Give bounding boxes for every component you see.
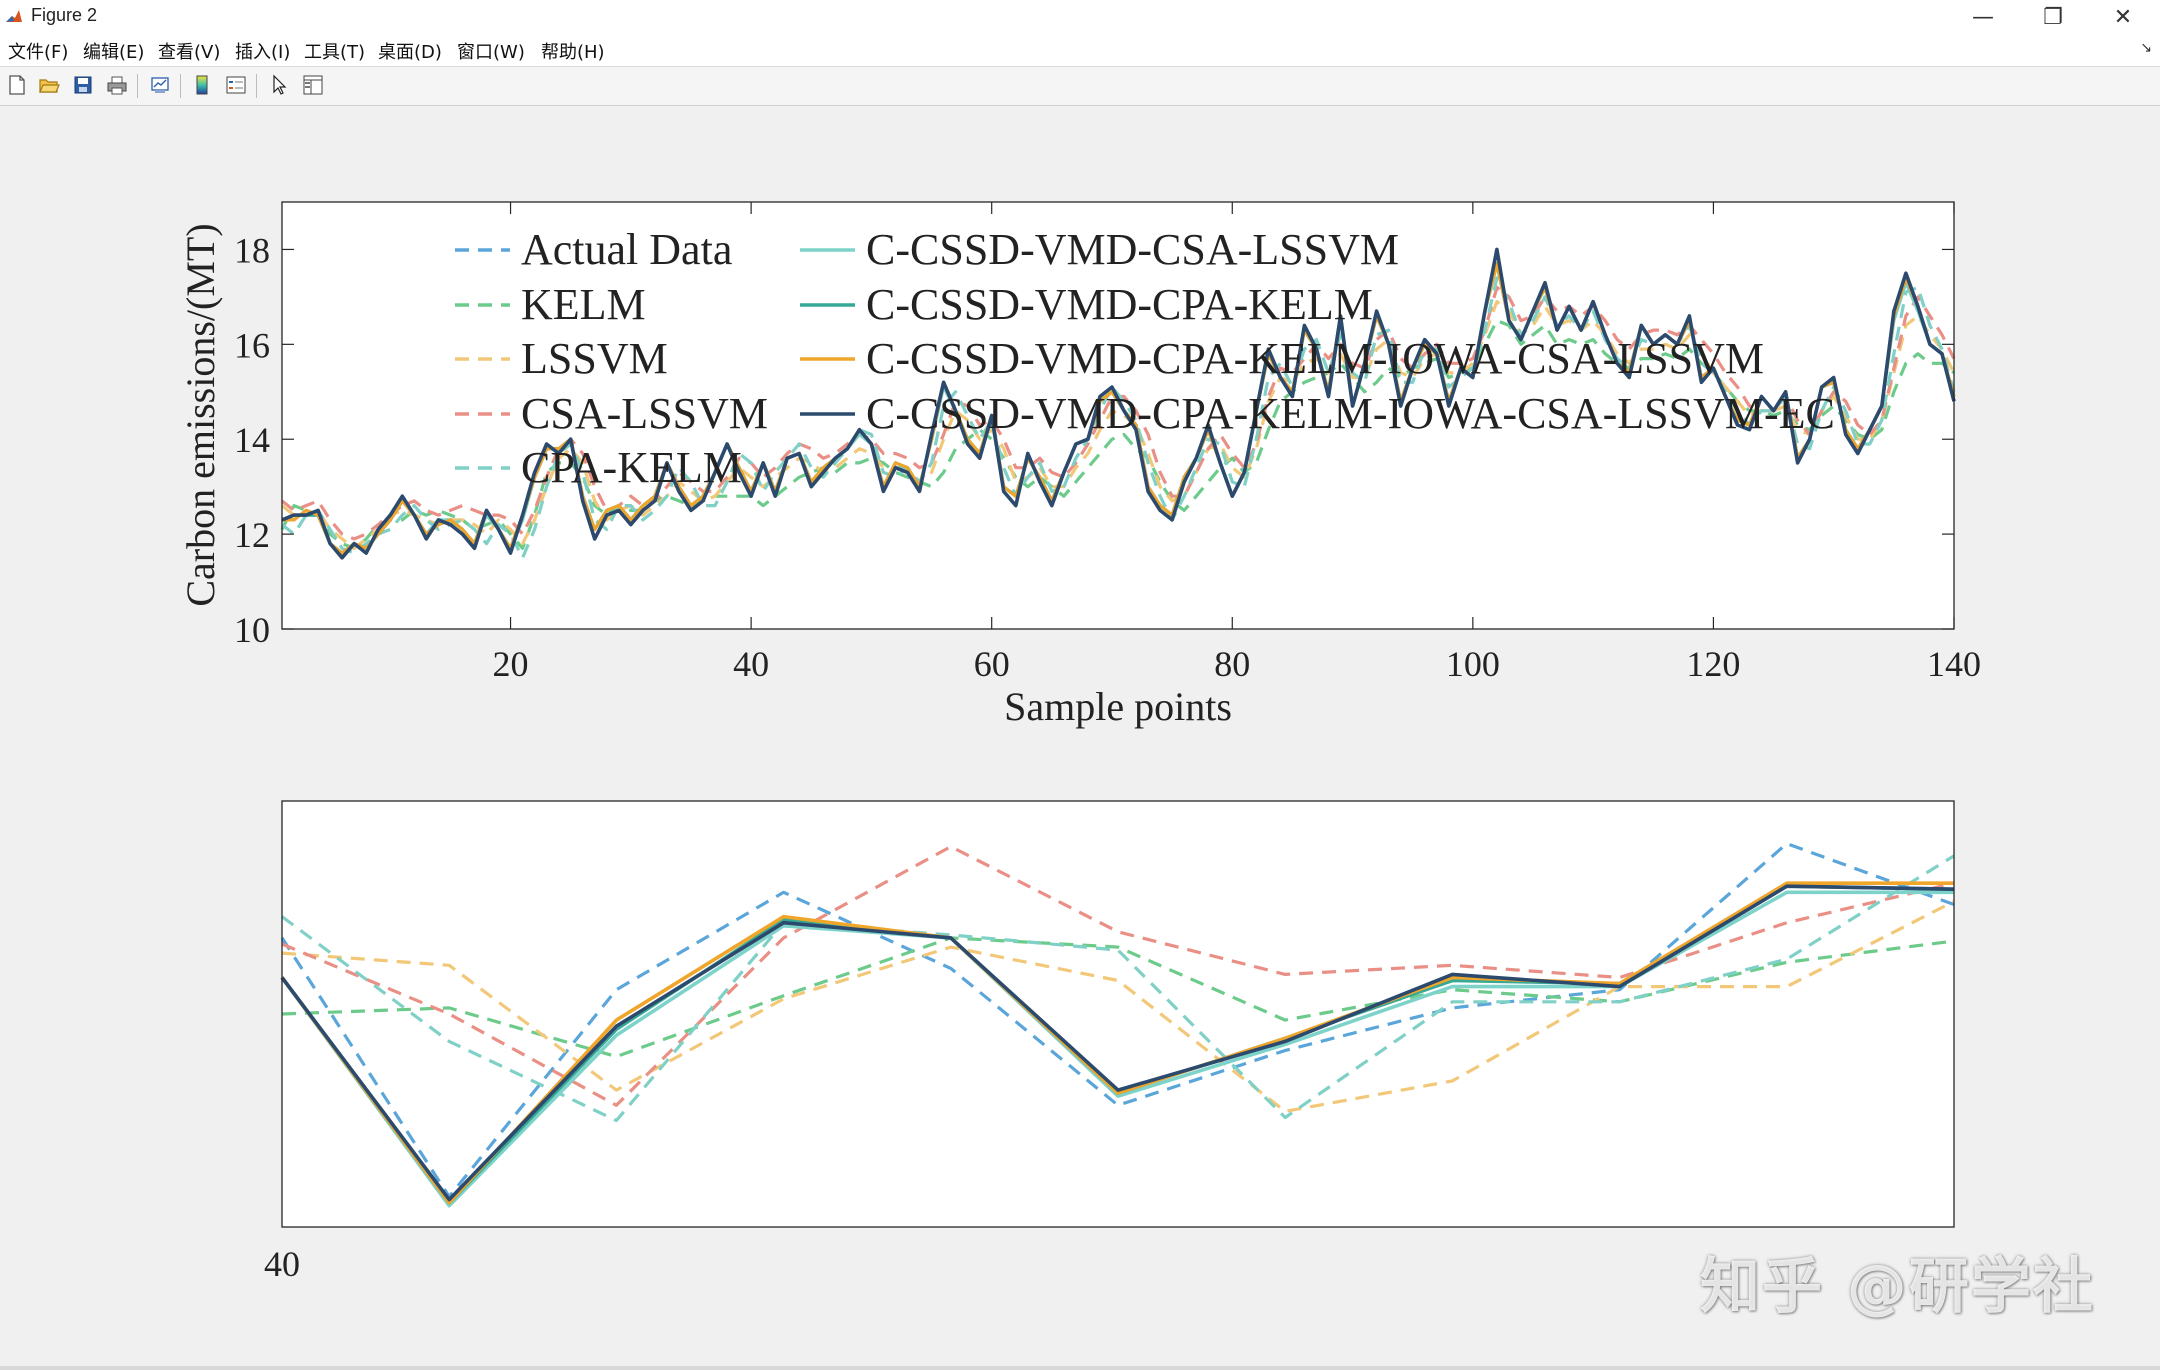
figure-canvas: 20 40 60 80 100 120 140 10 12 14 16 18 Sample poin… bbox=[178, 201, 1981, 1284]
figure-toolbar bbox=[0, 67, 2160, 106]
y-tick-label: 18 bbox=[234, 230, 270, 270]
watermark: 知乎 @研学社 bbox=[1700, 1252, 2095, 1322]
y-tick-label: 16 bbox=[234, 325, 270, 365]
window-title-bar: Figure 2 — ❐ ✕ bbox=[0, 0, 2160, 35]
legend-label-lssvm: LSSVM bbox=[521, 334, 668, 383]
print-icon[interactable] bbox=[104, 72, 130, 98]
y-tick-label: 10 bbox=[234, 610, 270, 650]
legend-label-cpa-kelm: CPA-KELM bbox=[521, 443, 742, 492]
menu-desktop[interactable]: 桌面(D) bbox=[378, 38, 442, 64]
toolbar-separator bbox=[137, 74, 138, 98]
zoomed-detail-chart: 40 bbox=[264, 800, 1955, 1284]
menu-view[interactable]: 查看(V) bbox=[158, 38, 220, 64]
window-title: Figure 2 bbox=[31, 5, 98, 25]
x-axis: 40 bbox=[264, 1244, 300, 1284]
legend-label-csa-lssvm: CSA-LSSVM bbox=[521, 389, 768, 438]
y-axis-label: Carbon emissions/(MT) bbox=[178, 223, 223, 606]
x-tick-label: 80 bbox=[1214, 644, 1250, 684]
legend-label-c-cssd-vmd-cpa-kelm-iowa-csa-lssvm-ec: C-CSSD-VMD-CPA-KELM-IOWA-CSA-LSSVM-EC bbox=[866, 389, 1835, 438]
toolbar-separator bbox=[256, 74, 257, 98]
new-figure-icon[interactable] bbox=[4, 72, 30, 98]
insert-colorbar-icon[interactable] bbox=[189, 72, 215, 98]
x-tick-label: 140 bbox=[1927, 644, 1981, 684]
open-file-icon[interactable] bbox=[36, 72, 62, 98]
matlab-app-icon bbox=[4, 7, 24, 27]
menu-window[interactable]: 窗口(W) bbox=[457, 38, 525, 64]
plot-area bbox=[282, 801, 1954, 1227]
window-bottom-border bbox=[0, 1366, 2160, 1370]
x-tick-label: 60 bbox=[974, 644, 1010, 684]
legend-label-c-cssd-vmd-cpa-kelm: C-CSSD-VMD-CPA-KELM bbox=[866, 280, 1373, 329]
legend-label-kelm: KELM bbox=[521, 280, 646, 329]
x-axis-label: Sample points bbox=[1004, 684, 1232, 729]
x-tick-label: 40 bbox=[733, 644, 769, 684]
close-button[interactable]: ✕ bbox=[2088, 0, 2158, 34]
property-inspector-icon[interactable] bbox=[300, 72, 326, 98]
insert-legend-icon[interactable] bbox=[223, 72, 249, 98]
y-tick-label: 14 bbox=[234, 420, 270, 460]
x-tick-label: 20 bbox=[493, 644, 529, 684]
save-icon[interactable] bbox=[70, 72, 96, 98]
legend-label-c-cssd-vmd-cpa-kelm-iowa-csa-lssvm: C-CSSD-VMD-CPA-KELM-IOWA-CSA-LSSVM bbox=[866, 334, 1764, 383]
toolbar-separator bbox=[180, 74, 181, 98]
link-plot-icon[interactable] bbox=[147, 72, 173, 98]
main-time-series-chart: 20 40 60 80 100 120 140 10 12 14 16 18 Sample poin… bbox=[178, 201, 1981, 729]
menu-bar: 文件(F) 编辑(E) 查看(V) 插入(I) 工具(T) 桌面(D) 窗口(W… bbox=[0, 34, 2160, 67]
x-tick-label: 120 bbox=[1686, 644, 1740, 684]
y-tick-label: 12 bbox=[234, 515, 270, 555]
legend-label-c-cssd-vmd-csa-lssvm: C-CSSD-VMD-CSA-LSSVM bbox=[866, 225, 1399, 274]
menu-file[interactable]: 文件(F) bbox=[8, 38, 68, 64]
legend-label-actual-data: Actual Data bbox=[521, 225, 732, 274]
edit-pointer-icon[interactable] bbox=[266, 72, 292, 98]
restore-button[interactable]: ❐ bbox=[2018, 0, 2088, 34]
x-tick-label: 40 bbox=[264, 1244, 300, 1284]
menu-help[interactable]: 帮助(H) bbox=[541, 38, 605, 64]
minimize-button[interactable]: — bbox=[1948, 0, 2018, 34]
menu-insert[interactable]: 插入(I) bbox=[235, 38, 290, 64]
dock-arrow-icon[interactable]: ↘ bbox=[2140, 40, 2152, 56]
menu-edit[interactable]: 编辑(E) bbox=[83, 38, 144, 64]
x-tick-label: 100 bbox=[1446, 644, 1500, 684]
menu-tools[interactable]: 工具(T) bbox=[304, 38, 365, 64]
